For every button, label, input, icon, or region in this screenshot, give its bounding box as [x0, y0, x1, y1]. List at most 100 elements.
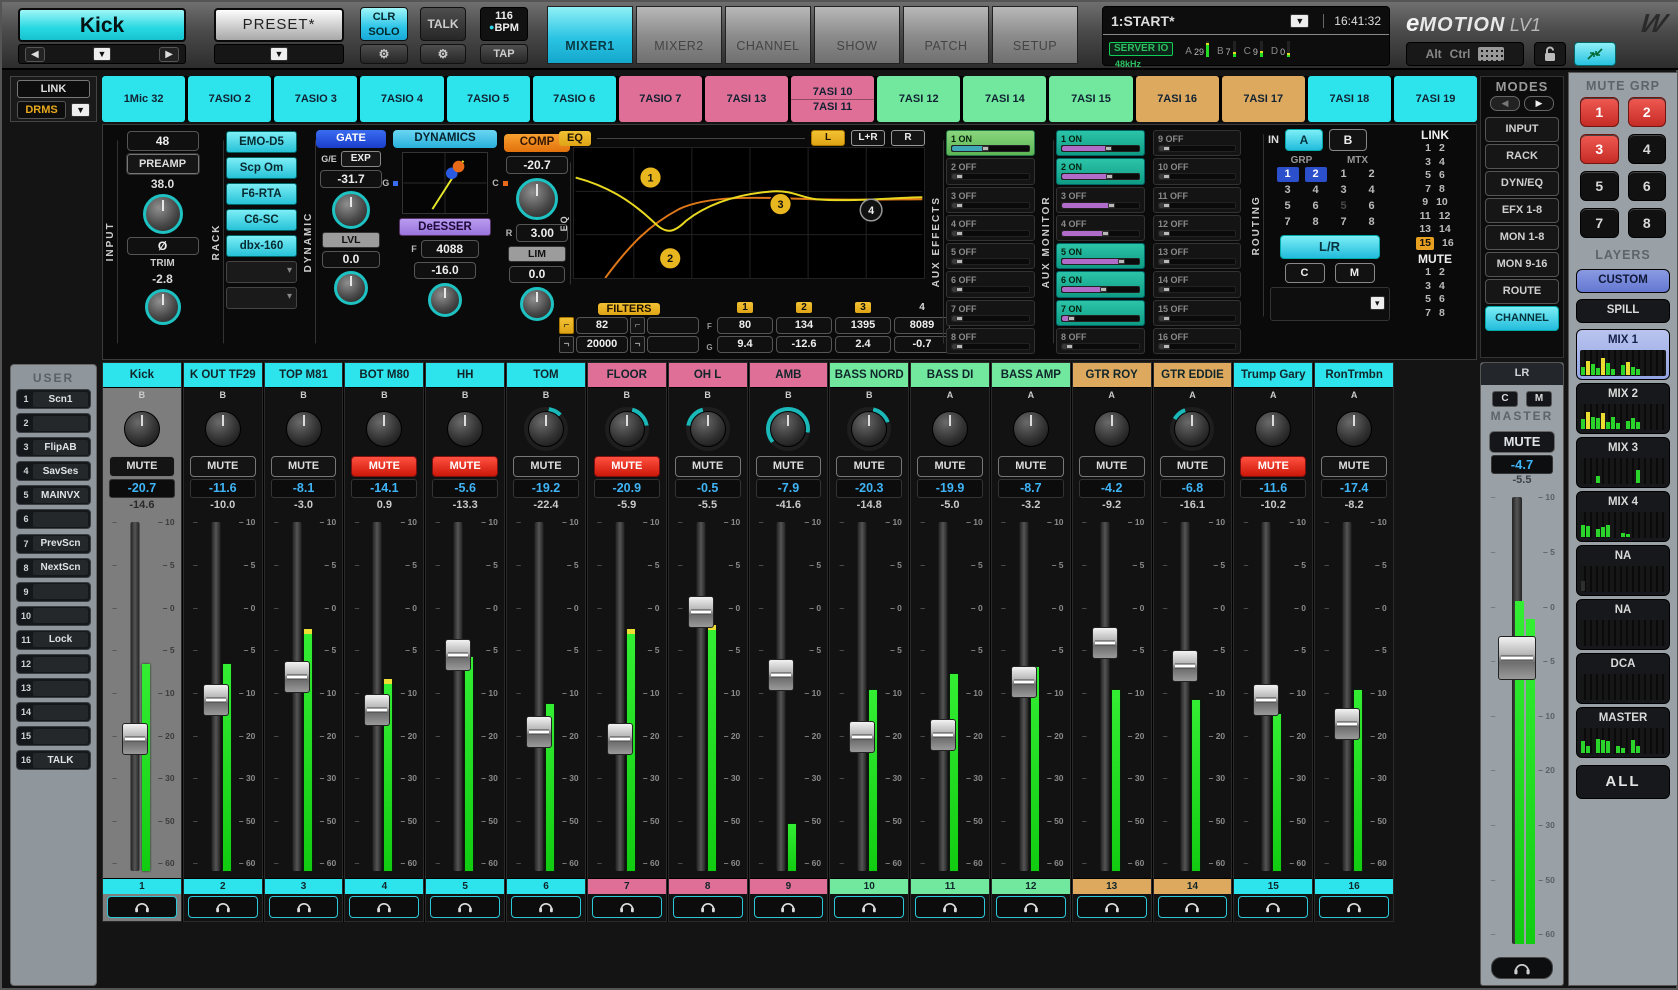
aux-ext-15[interactable]: 15 OFF — [1153, 300, 1241, 326]
user-button-12[interactable]: 12 — [16, 654, 91, 674]
aux-fx-8[interactable]: 8 OFF — [946, 328, 1035, 354]
mute-group-button-2[interactable]: 2 — [1628, 97, 1667, 127]
mute-num-2[interactable]: 2 — [1439, 266, 1445, 280]
master-name[interactable]: LR — [1481, 363, 1563, 385]
grp-assign-4[interactable]: 4 — [1305, 183, 1327, 198]
fader-cap[interactable] — [1498, 636, 1536, 680]
session-dropdown-icon[interactable]: ▼ — [1290, 14, 1309, 28]
layer-button-mix-1[interactable]: MIX 1 — [1576, 329, 1670, 380]
mono-assign-button[interactable]: M — [1335, 263, 1375, 283]
layer-button-dca[interactable]: DCA — [1576, 653, 1670, 704]
channel-name[interactable]: Kick — [103, 363, 181, 388]
eq-right-button[interactable]: R — [891, 130, 925, 146]
link-num-5[interactable]: 5 — [1425, 169, 1431, 183]
aux-mon-slider-handle[interactable] — [1108, 203, 1115, 208]
aux-fx-slider-handle[interactable] — [956, 287, 963, 292]
aux-fx-slider[interactable] — [951, 343, 1030, 350]
pan-knob[interactable] — [1013, 411, 1049, 447]
aux-mon-slider-handle[interactable] — [1118, 259, 1125, 264]
mtx-assign-5[interactable]: 5 — [1333, 199, 1355, 214]
input-tab-7asio-2[interactable]: 7ASIO 2 — [188, 76, 271, 122]
channel-strip-10[interactable]: BASS NORDBMUTE-20.3-14.8–– 10–– 5–– 0–– … — [829, 362, 909, 922]
link-num-2[interactable]: 2 — [1439, 142, 1445, 156]
channel-name[interactable]: GTR EDDIE — [1154, 363, 1232, 388]
mode-rack[interactable]: RACK — [1485, 144, 1559, 169]
input-tab-7asio-4[interactable]: 7ASIO 4 — [360, 76, 443, 122]
aux-fx-slider-handle[interactable] — [956, 231, 963, 236]
lpf-icon[interactable]: ¬ — [559, 336, 574, 353]
mute-num-3[interactable]: 3 — [1425, 280, 1431, 294]
channel-fader-value[interactable]: -0.5 — [675, 479, 741, 498]
aux-mon-6[interactable]: 6 ON — [1056, 271, 1145, 297]
user-button-8[interactable]: 8NextScn — [16, 558, 91, 578]
keyboard-shortcuts-button[interactable]: Alt Ctrl — [1406, 42, 1524, 66]
user-button-9[interactable]: 9 — [16, 582, 91, 602]
pan-knob[interactable] — [1094, 411, 1130, 447]
clear-solo-button[interactable]: CLR SOLO — [360, 7, 408, 41]
channel-fader-zone[interactable]: –– 10–– 5–– 0–– 5–– 10–– 20–– 30–– 50–– … — [1073, 515, 1151, 878]
fader-cap[interactable] — [1172, 650, 1198, 682]
aux-ext-14[interactable]: 14 OFF — [1153, 271, 1241, 297]
eq-band-point-1[interactable]: 1 — [640, 167, 662, 189]
pan-knob[interactable] — [124, 411, 160, 447]
aux-mon-4[interactable]: 4 OFF — [1056, 215, 1145, 241]
link-num-12[interactable]: 12 — [1439, 210, 1451, 224]
next-channel-button[interactable]: ▶ — [159, 47, 179, 62]
channel-name[interactable]: GTR ROY — [1073, 363, 1151, 388]
fader-cap[interactable] — [607, 723, 633, 755]
link-num-7[interactable]: 7 — [1425, 183, 1431, 197]
center-assign-button[interactable]: C — [1285, 263, 1325, 283]
preset-dropdown-icon[interactable]: ▼ — [270, 47, 289, 61]
channel-fader-value[interactable]: -14.1 — [351, 479, 417, 498]
aux-mon-slider-handle[interactable] — [1068, 316, 1075, 321]
mute-num-5[interactable]: 5 — [1425, 293, 1431, 307]
aux-fx-slider[interactable] — [951, 230, 1030, 237]
eq-left-right-button[interactable]: L+R — [851, 130, 885, 146]
channel-headphones-button[interactable] — [673, 896, 743, 918]
aux-mon-slider[interactable] — [1061, 230, 1140, 237]
channel-headphones-button[interactable] — [107, 896, 177, 918]
mode-mon-1-8[interactable]: MON 1-8 — [1485, 225, 1559, 250]
channel-name[interactable]: RonTrmbn — [1315, 363, 1393, 388]
master-fader-value[interactable]: -4.7 — [1491, 455, 1553, 474]
aux-ext-9[interactable]: 9 OFF — [1153, 130, 1241, 156]
mode-dyn-eq[interactable]: DYN/EQ — [1485, 171, 1559, 196]
input-tab-7asio-7[interactable]: 7ASIO 7 — [619, 76, 702, 122]
channel-mute-button[interactable]: MUTE — [594, 456, 660, 477]
preamp-knob[interactable] — [143, 194, 183, 234]
fader-track[interactable] — [696, 522, 705, 871]
channel-fader-zone[interactable]: –– 10–– 5–– 0–– 5–– 10–– 20–– 30–– 50–– … — [588, 515, 666, 878]
channel-dropdown-icon[interactable]: ▼ — [93, 47, 112, 61]
channel-strip-13[interactable]: GTR ROYAMUTE-4.2-9.2–– 10–– 5–– 0–– 5–– … — [1072, 362, 1152, 922]
tap-tempo-button[interactable]: TAP — [480, 44, 528, 64]
tab-setup[interactable]: SETUP — [992, 6, 1078, 64]
dynamics-header[interactable]: DYNAMICS — [393, 130, 497, 148]
fader-cap[interactable] — [122, 723, 148, 755]
limiter-knob[interactable] — [520, 287, 554, 321]
lpf2-frequency-value[interactable] — [647, 336, 699, 353]
input-tab-7asi-15[interactable]: 7ASI 15 — [1049, 76, 1132, 122]
route-dropdown[interactable]: ▾ — [1270, 287, 1390, 321]
grp-assign-2[interactable]: 2 — [1305, 167, 1327, 182]
channel-name[interactable]: BASS NORD — [830, 363, 908, 388]
input-tab-7asio-3[interactable]: 7ASIO 3 — [274, 76, 357, 122]
layer-button-na[interactable]: NA — [1576, 599, 1670, 650]
fader-track[interactable] — [130, 522, 139, 871]
input-tab-7asio-5[interactable]: 7ASIO 5 — [447, 76, 530, 122]
channel-name[interactable]: OH L — [669, 363, 747, 388]
channel-name[interactable]: TOM — [507, 363, 585, 388]
channel-strip-4[interactable]: BOT M80BMUTE-14.10.9–– 10–– 5–– 0–– 5–– … — [344, 362, 424, 922]
group-dropdown-icon[interactable]: ▼ — [71, 103, 90, 117]
input-a-button[interactable]: A — [1285, 129, 1323, 151]
pan-control[interactable] — [992, 403, 1070, 455]
user-button-10[interactable]: 10 — [16, 606, 91, 626]
rack-slot-f6-rta[interactable]: F6-RTA — [226, 183, 297, 205]
pan-knob[interactable] — [366, 411, 402, 447]
channel-fader-zone[interactable]: –– 10–– 5–– 0–– 5–– 10–– 20–– 30–– 50–– … — [750, 515, 828, 878]
link-num-10[interactable]: 10 — [1436, 196, 1448, 210]
mute-group-button-3[interactable]: 3 — [1580, 134, 1619, 164]
mute-group-button-8[interactable]: 8 — [1628, 208, 1667, 238]
mute-num-7[interactable]: 7 — [1425, 307, 1431, 321]
channel-mute-button[interactable]: MUTE — [1321, 456, 1387, 477]
link-num-3[interactable]: 3 — [1425, 156, 1431, 170]
